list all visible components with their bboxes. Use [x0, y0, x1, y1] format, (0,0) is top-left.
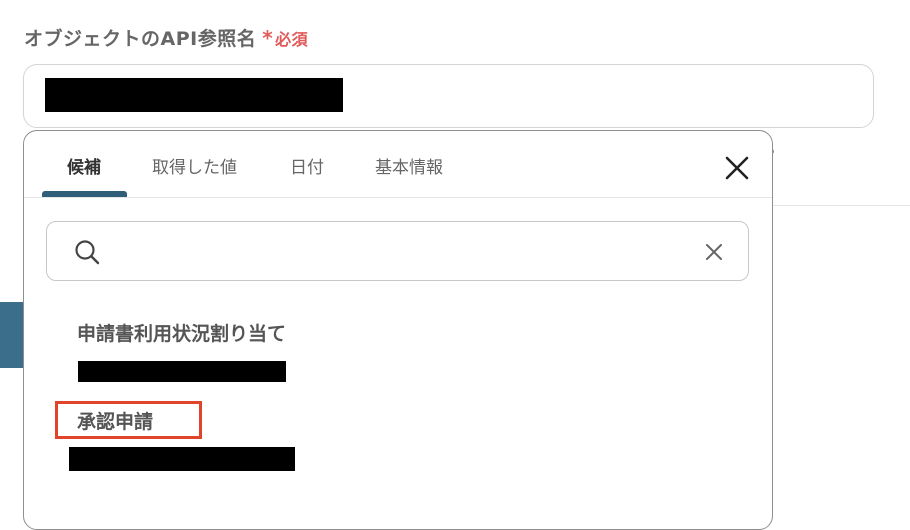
- tab-fetched-values[interactable]: 取得した値: [152, 153, 237, 178]
- option-item[interactable]: 申請書利用状況割り当て: [77, 319, 286, 346]
- tab-date[interactable]: 日付: [290, 153, 324, 178]
- search-icon: [73, 238, 101, 266]
- tab-basic-info[interactable]: 基本情報: [375, 153, 443, 178]
- required-star: *: [262, 26, 274, 50]
- required-indicator: * 必須: [262, 26, 309, 50]
- field-label-text: オブジェクトのAPI参照名: [24, 28, 257, 50]
- field-label: オブジェクトのAPI参照名 * 必須: [24, 24, 308, 51]
- search-input[interactable]: [111, 234, 695, 270]
- tab-candidates[interactable]: 候補: [67, 153, 101, 178]
- background-button-edge[interactable]: [0, 302, 24, 368]
- redacted-option-detail: [69, 447, 295, 471]
- dropdown-tabs: 候補 取得した値 日付 基本情報: [24, 131, 772, 198]
- search-box: [46, 221, 749, 281]
- option-item-highlighted[interactable]: 承認申請: [77, 407, 153, 434]
- required-text: 必須: [275, 30, 309, 49]
- clear-icon[interactable]: [703, 241, 725, 263]
- redacted-option-detail: [78, 361, 286, 382]
- redacted-input-value: [45, 78, 343, 112]
- suggestion-dropdown: 候補 取得した値 日付 基本情報 申請書利用状況割り当て 承認申請: [23, 130, 773, 530]
- close-icon[interactable]: [722, 153, 752, 183]
- section-divider: [772, 205, 910, 206]
- active-tab-indicator: [42, 191, 127, 197]
